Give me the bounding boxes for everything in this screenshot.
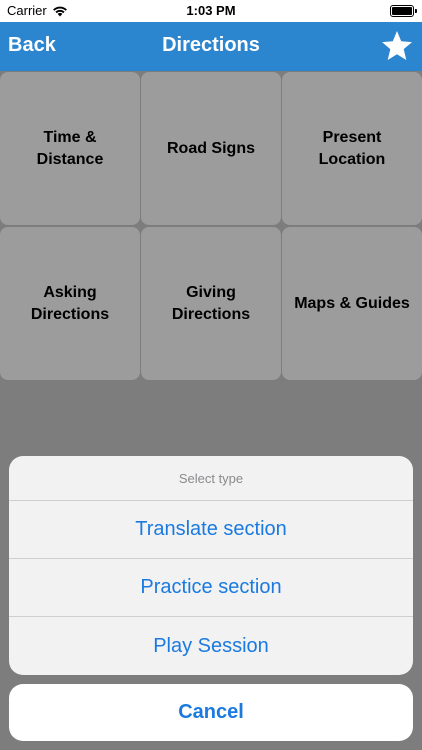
nav-bar: Back Directions: [0, 22, 422, 71]
tile-present-location[interactable]: Present Location: [282, 72, 422, 225]
battery-icon: [390, 5, 417, 17]
status-bar: Carrier 1:03 PM: [0, 0, 422, 22]
star-icon[interactable]: [380, 29, 414, 63]
tile-asking-directions[interactable]: Asking Directions: [0, 227, 140, 380]
practice-section-option[interactable]: Practice section: [9, 559, 413, 617]
tile-giving-directions[interactable]: Giving Directions: [141, 227, 281, 380]
translate-section-option[interactable]: Translate section: [9, 501, 413, 559]
status-time: 1:03 PM: [186, 3, 236, 18]
page-title: Directions: [162, 34, 260, 56]
action-sheet-title: Select type: [9, 456, 413, 501]
tile-road-signs[interactable]: Road Signs: [141, 72, 281, 225]
cancel-button[interactable]: Cancel: [9, 684, 413, 741]
play-session-option[interactable]: Play Session: [9, 617, 413, 675]
action-sheet: Select type Translate section Practice s…: [9, 456, 413, 675]
category-grid: Time & Distance Road Signs Present Locat…: [0, 71, 422, 380]
tile-time-distance[interactable]: Time & Distance: [0, 72, 140, 225]
tile-maps-guides[interactable]: Maps & Guides: [282, 227, 422, 380]
